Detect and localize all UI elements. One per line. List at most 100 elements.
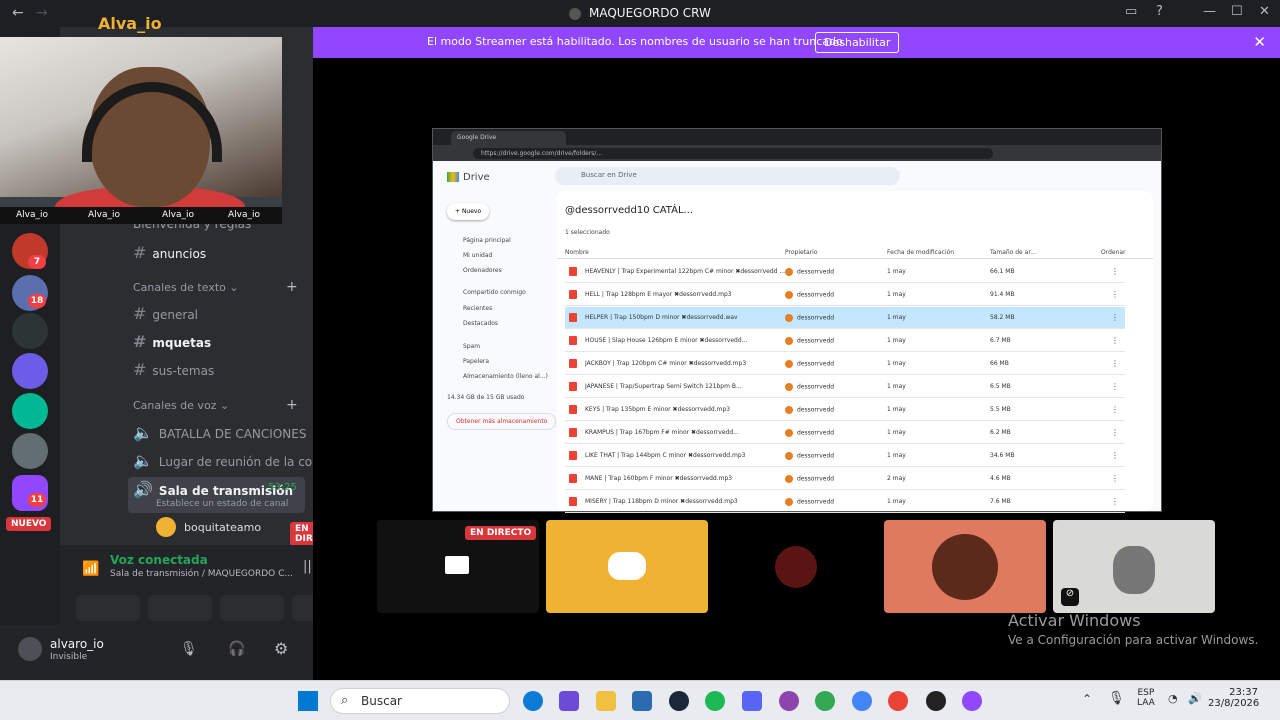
- server-icon[interactable]: [12, 393, 48, 429]
- col-name[interactable]: Nombre: [565, 249, 589, 256]
- channel-status-prompt[interactable]: Establece un estado de canal: [156, 499, 288, 509]
- file-row[interactable]: JACKBOY | Trap 120bpm C# minor ✖dessorrv…: [565, 353, 1125, 375]
- more-options-icon[interactable]: ⋮: [1111, 313, 1119, 322]
- file-row[interactable]: JAPANESE | Trap/Supertrap Semi Switch 12…: [565, 376, 1125, 398]
- channel-anuncios[interactable]: # anuncios: [133, 243, 206, 262]
- sidebar-item[interactable]: Spam: [463, 343, 480, 350]
- browser-tab[interactable]: Google Drive: [451, 131, 566, 145]
- signal-icon[interactable]: 📶: [82, 561, 99, 577]
- more-options-icon[interactable]: ⋮: [1111, 267, 1119, 276]
- sidebar-item[interactable]: Página principal: [463, 237, 511, 244]
- obs-icon[interactable]: [962, 691, 982, 711]
- channel-mquetas[interactable]: # mquetas: [133, 332, 211, 351]
- close-banner-icon[interactable]: ✕: [1253, 33, 1266, 51]
- discord-icon[interactable]: [742, 691, 762, 711]
- more-options-icon[interactable]: ⋮: [1111, 451, 1119, 460]
- participant-tile-avatar[interactable]: [884, 520, 1046, 613]
- sidebar-item[interactable]: Destacados: [463, 320, 498, 327]
- new-button[interactable]: + Nuevo: [447, 203, 490, 220]
- more-options-icon[interactable]: ⋮: [1111, 497, 1119, 506]
- col-size[interactable]: Tamaño de ar...: [990, 249, 1036, 256]
- sidebar-item[interactable]: Mi unidad: [463, 252, 492, 259]
- sidebar-item[interactable]: Ordenadores: [463, 267, 502, 274]
- language-indicator[interactable]: ESP LAA: [1137, 688, 1155, 708]
- steam-icon[interactable]: [669, 691, 689, 711]
- sidebar-item[interactable]: Almacenamiento (lleno al...): [463, 373, 548, 380]
- close-button[interactable]: ✕: [1259, 4, 1270, 19]
- username[interactable]: alvaro_io: [50, 637, 104, 651]
- chrome-icon[interactable]: [852, 691, 872, 711]
- inbox-icon[interactable]: ▭: [1125, 4, 1137, 19]
- server-icon[interactable]: [12, 313, 48, 349]
- chrome-icon[interactable]: [888, 691, 908, 711]
- microphone-icon[interactable]: 🎙: [180, 641, 198, 657]
- sidebar-item[interactable]: Papelera: [463, 358, 489, 365]
- camera-off-button[interactable]: [76, 595, 140, 621]
- streamed-browser-window[interactable]: Google Drive https://drive.google.com/dr…: [432, 128, 1162, 513]
- app-icon[interactable]: [926, 691, 946, 711]
- app-icon[interactable]: [779, 691, 799, 711]
- avatar[interactable]: [18, 637, 42, 661]
- voice-channel-name[interactable]: Sala de transmisión / MAQUEGORDO C...: [110, 569, 293, 579]
- col-sort[interactable]: Ordenar: [1101, 249, 1126, 256]
- col-modified[interactable]: Fecha de modificación: [887, 249, 954, 256]
- more-options-icon[interactable]: ⋮: [1111, 428, 1119, 437]
- more-options-icon[interactable]: ⋮: [1111, 474, 1119, 483]
- spotify-icon[interactable]: [705, 691, 725, 711]
- maximize-button[interactable]: ☐: [1231, 4, 1243, 19]
- folder-title[interactable]: @dessorrvedd10 CATÁL...: [565, 205, 693, 216]
- drive-search[interactable]: Buscar en Drive: [555, 167, 900, 185]
- participant-tile-stream[interactable]: EN DIRECTO: [377, 520, 539, 613]
- headphones-icon[interactable]: 🎧: [228, 641, 245, 657]
- chevron-up-icon[interactable]: ⌃: [1082, 692, 1092, 706]
- file-explorer-icon[interactable]: [596, 691, 616, 711]
- file-row[interactable]: MANE | Trap 160bpm F minor ✖dessorrvedd.…: [565, 468, 1125, 490]
- store-icon[interactable]: [632, 691, 652, 711]
- channel-general[interactable]: # general: [133, 304, 198, 323]
- member-name[interactable]: boquitateamo: [184, 521, 261, 534]
- microphone-icon[interactable]: 🎙: [1108, 691, 1125, 706]
- gear-icon[interactable]: ⚙: [274, 639, 288, 658]
- col-owner[interactable]: Propietario: [785, 249, 818, 256]
- category-voice-channels[interactable]: Canales de voz ⌄: [133, 399, 229, 412]
- clock[interactable]: 23:37 23/8/2026: [1208, 687, 1259, 709]
- voice-status[interactable]: Voz conectada: [110, 553, 208, 567]
- file-row[interactable]: HOUSE | Slap House 126bpm E minor ✖desso…: [565, 330, 1125, 352]
- copilot-icon[interactable]: [559, 691, 579, 711]
- participant-tile-discord[interactable]: [546, 520, 708, 613]
- disable-streamer-button[interactable]: Deshabilitar: [815, 32, 900, 53]
- participant-tile-avatar[interactable]: [715, 520, 877, 613]
- more-options-icon[interactable]: ⋮: [1111, 382, 1119, 391]
- sidebar-item[interactable]: Compartido conmigo: [463, 289, 526, 296]
- file-row[interactable]: HELL | Trap 128bpm E mayor ✖dessorrvedd.…: [565, 284, 1125, 306]
- file-row[interactable]: KEYS | Trap 135bpm E minor ✖dessorrvedd.…: [565, 399, 1125, 421]
- channel-sus-temas[interactable]: # sus-temas: [133, 360, 214, 379]
- activities-button[interactable]: [220, 595, 284, 621]
- get-storage-button[interactable]: Obtener más almacenamiento: [447, 413, 557, 430]
- windows-start-icon[interactable]: [298, 691, 318, 711]
- participant-tile-avatar[interactable]: ⊘: [1053, 520, 1215, 613]
- more-options-icon[interactable]: ⋮: [1111, 290, 1119, 299]
- more-options-icon[interactable]: ⋮: [1111, 336, 1119, 345]
- chrome-icon[interactable]: [815, 691, 835, 711]
- add-channel-icon[interactable]: +: [286, 279, 298, 295]
- taskbar-search[interactable]: ⌕ Buscar: [330, 688, 510, 714]
- file-row[interactable]: MISERY | Trap 118bpm D minor ✖dessorrved…: [565, 491, 1125, 513]
- server-icon[interactable]: [12, 433, 48, 469]
- sidebar-item[interactable]: Recientes: [463, 305, 492, 312]
- help-icon[interactable]: ?: [1156, 4, 1163, 19]
- edge-icon[interactable]: [523, 691, 543, 711]
- file-row[interactable]: HEAVENLY | Trap Experimental 122bpm C# m…: [565, 261, 1125, 283]
- wifi-icon[interactable]: ◔: [1168, 692, 1178, 705]
- more-options-icon[interactable]: ⋮: [1111, 405, 1119, 414]
- server-icon[interactable]: [12, 353, 48, 389]
- file-row[interactable]: KRAMPUS | Trap 167bpm F# minor ✖dessorrv…: [565, 422, 1125, 444]
- screen-share-button[interactable]: [148, 595, 212, 621]
- voice-channel-batalla[interactable]: 🔈 BATALLA DE CANCIONES: [133, 423, 306, 442]
- file-row[interactable]: HELPER | Trap 150bpm D minor ✖dessorrved…: [565, 307, 1125, 329]
- add-voice-channel-icon[interactable]: +: [286, 397, 298, 413]
- volume-icon[interactable]: 🔊: [1188, 692, 1202, 705]
- more-options-icon[interactable]: ⋮: [1111, 359, 1119, 368]
- category-text-channels[interactable]: Canales de texto ⌄: [133, 281, 239, 294]
- minimize-button[interactable]: —: [1203, 4, 1216, 19]
